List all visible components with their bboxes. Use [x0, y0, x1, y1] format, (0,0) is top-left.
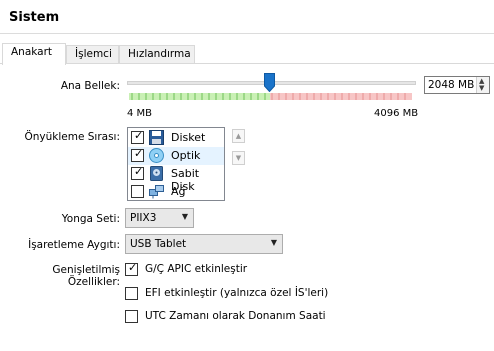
- ioapic-checkbox[interactable]: ✓: [125, 261, 138, 276]
- boot-item-sabit-disk[interactable]: ✓ Sabit Disk: [128, 165, 224, 193]
- boot-item-label: Optik: [171, 149, 201, 162]
- chipset-value: PIIX3: [130, 212, 157, 224]
- boot-item-label: Ağ: [171, 185, 186, 198]
- tab-islemci[interactable]: İşlemci: [66, 45, 119, 64]
- arrow-up-icon: ▲: [235, 132, 242, 140]
- ioapic-option-label: G/Ç APIC etkinleştir: [145, 263, 248, 275]
- memory-scale: [129, 93, 412, 100]
- memory-max-label: 4096 MB: [374, 108, 419, 119]
- chipset-label: Yonga Seti:: [61, 213, 120, 225]
- boot-item-disket[interactable]: ✓ Disket: [128, 129, 224, 147]
- memory-slider-thumb[interactable]: [264, 73, 275, 92]
- memory-spinbox[interactable]: 2048 MB ▲ ▼: [424, 76, 490, 94]
- efi-option-label: EFI etkinleştir (yalnızca özel İS'leri): [145, 287, 329, 299]
- pointing-device-value: USB Tablet: [130, 238, 187, 250]
- boot-checkbox-sabit-disk[interactable]: ✓: [131, 165, 144, 180]
- utc-clock-option[interactable]: UTC Zamanı olarak Donanım Saati: [125, 309, 326, 325]
- pointing-device-label: İşaretleme Aygıtı:: [28, 239, 120, 251]
- section-title: Sistem: [9, 10, 60, 25]
- ioapic-option[interactable]: ✓ G/Ç APIC etkinleştir: [125, 261, 255, 278]
- chevron-down-icon: ▼: [270, 238, 277, 247]
- tab-hizlandirma[interactable]: Hızlandırma: [119, 45, 195, 64]
- tab-anakart-label: Anakart: [11, 46, 53, 58]
- boot-order-list: ✓ Disket ✓ Optik ✓ Sabit Disk Ağ: [127, 127, 225, 201]
- efi-checkbox[interactable]: [125, 287, 138, 300]
- boot-item-ag[interactable]: Ağ: [128, 183, 224, 201]
- memory-scale-ticks: [131, 93, 406, 100]
- hard-disk-icon: [150, 166, 163, 181]
- move-down-button[interactable]: ▼: [232, 151, 245, 165]
- network-icon: [149, 185, 164, 199]
- floppy-icon: [149, 130, 164, 145]
- tab-panel: [0, 63, 494, 351]
- utc-clock-checkbox[interactable]: [125, 310, 138, 323]
- memory-value: 2048 MB: [428, 79, 475, 91]
- efi-option[interactable]: EFI etkinleştir (yalnızca özel İS'leri): [125, 286, 329, 302]
- tab-anakart[interactable]: Anakart: [2, 43, 66, 65]
- boot-checkbox-ag[interactable]: [131, 185, 144, 198]
- optical-disc-icon: [149, 148, 164, 163]
- memory-min-label: 4 MB: [127, 108, 153, 119]
- boot-item-label: Disket: [171, 131, 206, 144]
- boot-order-label: Önyükleme Sırası:: [24, 131, 120, 143]
- move-up-button[interactable]: ▲: [232, 129, 245, 143]
- chipset-select[interactable]: PIIX3 ▼: [125, 208, 194, 228]
- boot-checkbox-optik[interactable]: ✓: [131, 147, 144, 162]
- memory-spin-buttons: ▲ ▼: [476, 77, 489, 93]
- spin-down-icon[interactable]: ▼: [479, 85, 484, 92]
- arrow-down-icon: ▼: [235, 154, 242, 162]
- extended-features-label: Genişletilmiş Özellikler:: [52, 264, 120, 288]
- pointing-device-select[interactable]: USB Tablet ▼: [125, 234, 283, 254]
- memory-label: Ana Bellek:: [60, 80, 120, 92]
- boot-checkbox-disket[interactable]: ✓: [131, 129, 144, 144]
- tab-islemci-label: İşlemci: [75, 48, 112, 60]
- chevron-down-icon: ▼: [181, 212, 188, 221]
- utc-clock-option-label: UTC Zamanı olarak Donanım Saati: [145, 310, 326, 322]
- section-header: Sistem: [0, 0, 494, 34]
- boot-item-optik[interactable]: ✓ Optik: [128, 147, 224, 165]
- tab-hizlandirma-label: Hızlandırma: [128, 48, 191, 60]
- tab-bar: Anakart İşlemci Hızlandırma: [0, 43, 494, 65]
